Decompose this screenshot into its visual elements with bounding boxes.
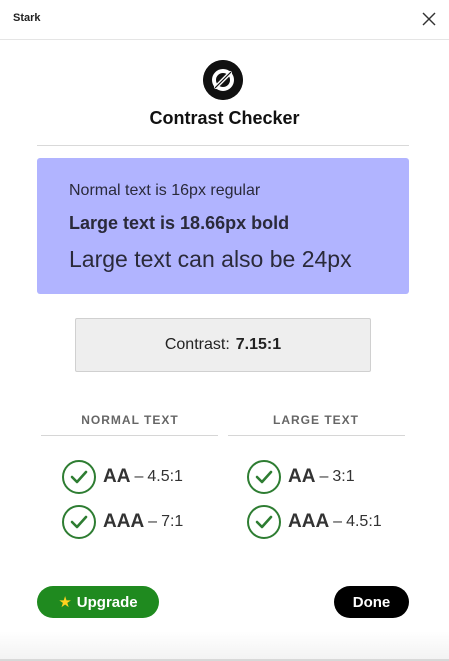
upgrade-label: Upgrade [76, 593, 138, 611]
large-aa-result: AA – 3:1 [247, 460, 355, 494]
bottom-bar [0, 631, 449, 661]
normal-aaa-result: AAA – 7:1 [62, 505, 183, 539]
level-label: AA [288, 466, 316, 487]
title-bar: Stark [0, 0, 449, 40]
large-aaa-result: AAA – 4.5:1 [247, 505, 382, 539]
preview-normal-text: Normal text is 16px regular [69, 182, 261, 199]
level-separator: – [148, 513, 158, 530]
normal-aa-result: AA – 4.5:1 [62, 460, 183, 494]
check-circle-icon [62, 460, 96, 494]
done-button[interactable]: Done [334, 586, 409, 618]
page-title: Contrast Checker [149, 108, 300, 128]
level-separator: – [134, 468, 144, 485]
stark-logo-icon [203, 60, 243, 100]
preview-large-bold-text: Large text is 18.66px bold [69, 213, 290, 233]
contrast-ratio-box: Contrast: 7.15:1 [75, 318, 371, 372]
required-ratio: 4.5:1 [346, 513, 382, 530]
upgrade-button[interactable]: ★ Upgrade [37, 586, 159, 618]
large-text-divider [228, 435, 405, 436]
normal-text-divider [41, 435, 218, 436]
level-label: AA [103, 466, 131, 487]
contrast-label: Contrast: [164, 336, 230, 353]
text-preview-panel: Normal text is 16px regular Large text i… [37, 158, 409, 294]
check-circle-icon [247, 505, 281, 539]
check-circle-icon [62, 505, 96, 539]
preview-large-text: Large text can also be 24px [69, 246, 352, 272]
large-text-heading: LARGE TEXT [272, 413, 359, 427]
contrast-value: 7.15:1 [235, 336, 282, 353]
required-ratio: 4.5:1 [147, 468, 183, 485]
app-title: Stark [13, 12, 41, 24]
level-label: AAA [103, 511, 145, 532]
required-ratio: 7:1 [161, 513, 184, 530]
level-label: AAA [288, 511, 330, 532]
star-icon: ★ [58, 594, 72, 611]
close-icon[interactable] [421, 11, 437, 27]
check-circle-icon [247, 460, 281, 494]
required-ratio: 3:1 [332, 468, 355, 485]
level-separator: – [319, 468, 329, 485]
header-divider [37, 145, 409, 146]
level-separator: – [333, 513, 343, 530]
normal-text-heading: NORMAL TEXT [81, 413, 179, 427]
